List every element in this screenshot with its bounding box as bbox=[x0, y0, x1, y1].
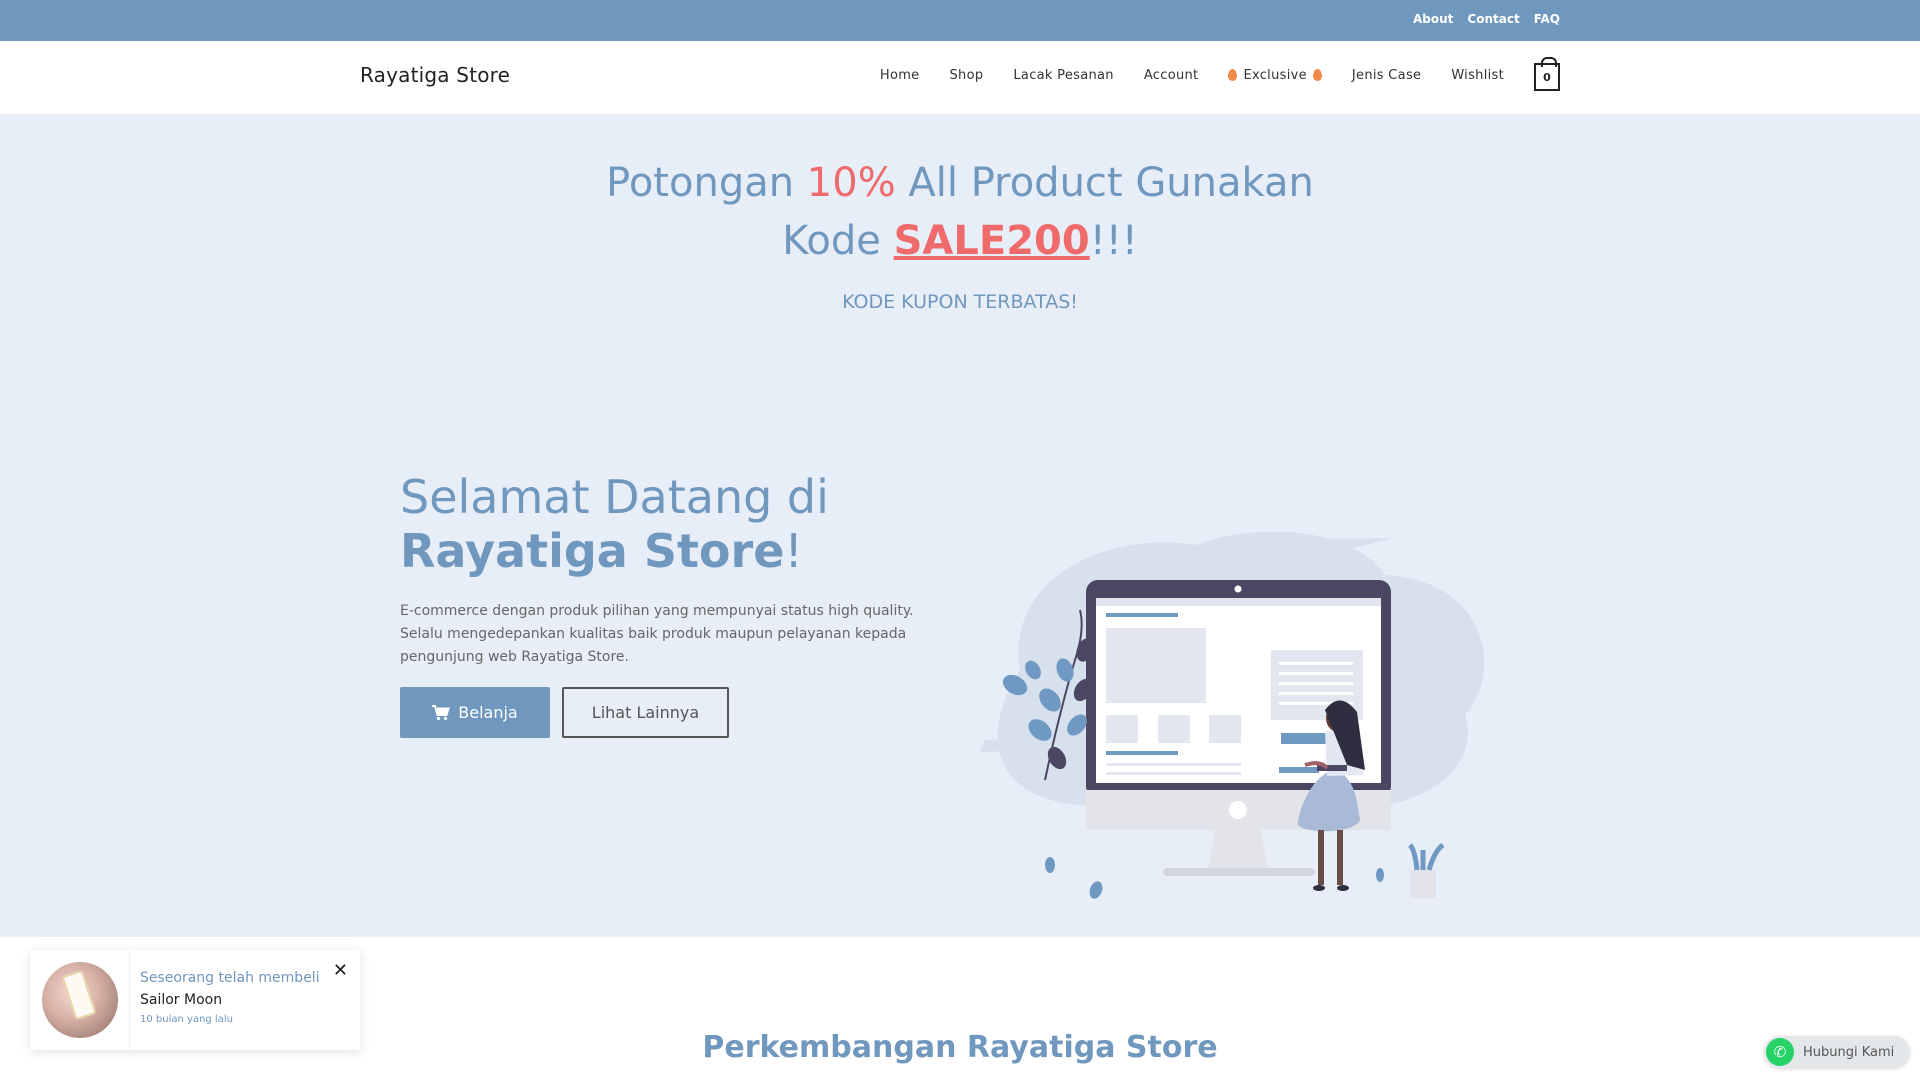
nav-home[interactable]: Home bbox=[880, 68, 920, 83]
welcome-line2: Rayatiga Store! bbox=[400, 524, 829, 578]
promo-headline-line1: Potongan 10% All Product Gunakan bbox=[0, 160, 1920, 206]
hero-description: E-commerce dengan produk pilihan yang me… bbox=[400, 600, 940, 669]
belanja-label: Belanja bbox=[458, 703, 518, 722]
promo-percent: 10% bbox=[806, 160, 896, 206]
nav-account[interactable]: Account bbox=[1144, 68, 1199, 83]
welcome-exclaim: ! bbox=[784, 524, 803, 578]
site-logo[interactable]: Rayatiga Store bbox=[360, 63, 510, 87]
cart-count: 0 bbox=[1543, 70, 1551, 84]
cart-button[interactable]: 0 bbox=[1534, 57, 1560, 91]
nav-exclusive[interactable]: Exclusive bbox=[1228, 67, 1322, 83]
promo-headline-line2: Kode SALE200!!! bbox=[0, 218, 1920, 264]
belanja-button[interactable]: Belanja bbox=[400, 687, 550, 738]
cart-icon bbox=[432, 704, 451, 720]
notification-product[interactable]: Sailor Moon bbox=[140, 992, 360, 1008]
main-header: Rayatiga Store Home Shop Lacak Pesanan A… bbox=[0, 41, 1920, 115]
desc-line3: pengunjung web Rayatiga Store. bbox=[400, 649, 629, 665]
faq-link[interactable]: FAQ bbox=[1534, 12, 1560, 26]
nav-exclusive-label: Exclusive bbox=[1243, 67, 1307, 83]
main-nav: Home Shop Lacak Pesanan Account Exclusiv… bbox=[850, 57, 1560, 91]
welcome-brand: Rayatiga Store bbox=[400, 524, 785, 578]
promo-text-2: All Product Gunakan bbox=[895, 160, 1314, 206]
notification-title: Seseorang telah membeli bbox=[140, 970, 320, 986]
hero-section: Potongan 10% All Product Gunakan Kode SA… bbox=[0, 115, 1920, 937]
flame-icon bbox=[1312, 69, 1322, 81]
promo-text: Potongan bbox=[606, 160, 807, 206]
top-links: About Contact FAQ bbox=[1413, 12, 1560, 26]
product-thumbnail bbox=[30, 950, 130, 1050]
nav-lacak-pesanan[interactable]: Lacak Pesanan bbox=[1013, 68, 1113, 83]
desc-line1: E-commerce dengan produk pilihan yang me… bbox=[400, 603, 914, 619]
product-image bbox=[41, 962, 118, 1038]
promo-subtitle: KODE KUPON TERBATAS! bbox=[842, 291, 1078, 313]
contact-link[interactable]: Contact bbox=[1467, 12, 1519, 26]
notification-body: Seseorang telah membeli Sailor Moon 10 b… bbox=[130, 950, 360, 1050]
computer-illustration bbox=[980, 531, 1485, 899]
desc-line2: Selalu mengedepankan kualitas baik produ… bbox=[400, 626, 907, 642]
promo-code: SALE200 bbox=[893, 218, 1090, 264]
welcome-line1: Selamat Datang di bbox=[400, 470, 829, 524]
flame-icon bbox=[1228, 69, 1238, 81]
notification-time: 10 bulan yang lalu bbox=[140, 1014, 233, 1025]
whatsapp-icon: ✆ bbox=[1766, 1038, 1794, 1066]
nav-wishlist[interactable]: Wishlist bbox=[1451, 68, 1504, 83]
top-bar: About Contact FAQ bbox=[0, 0, 1920, 41]
whatsapp-label: Hubungi Kami bbox=[1803, 1044, 1895, 1060]
lihat-lainnya-button[interactable]: Lihat Lainnya bbox=[562, 687, 729, 738]
close-icon[interactable]: ✕ bbox=[333, 960, 348, 981]
nav-jenis-case[interactable]: Jenis Case bbox=[1352, 68, 1421, 83]
about-link[interactable]: About bbox=[1413, 12, 1453, 26]
whatsapp-button[interactable]: ✆ Hubungi Kami bbox=[1764, 1036, 1910, 1068]
purchase-notification[interactable]: Seseorang telah membeli Sailor Moon 10 b… bbox=[30, 950, 360, 1050]
promo-exclaim: !!! bbox=[1089, 218, 1138, 264]
promo-kode-label: Kode bbox=[782, 218, 894, 264]
nav-shop[interactable]: Shop bbox=[949, 68, 983, 83]
welcome-heading: Selamat Datang di Rayatiga Store! bbox=[400, 470, 829, 578]
